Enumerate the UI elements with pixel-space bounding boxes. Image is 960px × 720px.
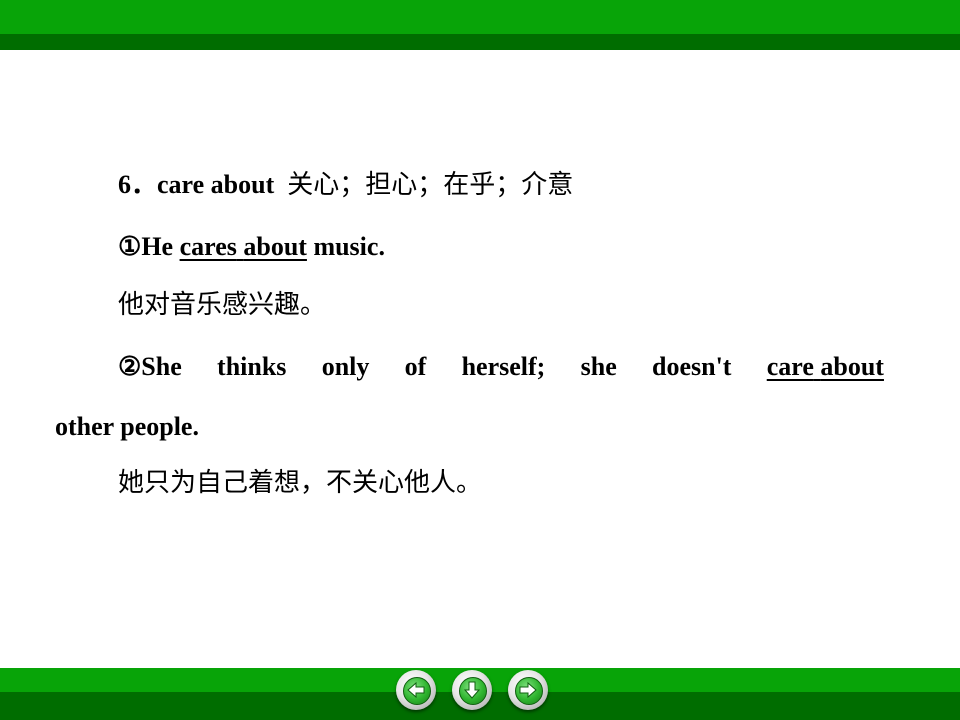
example2-line: ②She thinks only of herself; she doesn't care a… [118,350,884,384]
heading-translation: 关心；担心；在乎；介意 [287,170,574,200]
example2-word: she [580,352,617,381]
heading-line: 6．care about 关心；担心；在乎；介意 [118,168,573,202]
heading-phrase: care about [157,170,275,199]
example2-phrase-part1: care [766,352,814,381]
home-button[interactable] [452,670,492,710]
example2-word: only [321,352,370,381]
example2-continuation: other people. [55,412,199,441]
example1-marker: ① [118,232,142,261]
example2-phrase: care about [767,350,884,384]
arrow-left-icon [407,681,425,699]
example2-word: of [404,352,427,381]
example2-translation: 她只为自己着想，不关心他人。 [118,468,483,498]
example1-prefix: He [141,232,180,261]
example1-line: ①He cares about music. [118,230,385,264]
top-banner-light [0,0,960,34]
top-banner [0,0,960,50]
example1-phrase: cares about [180,232,307,261]
prev-button[interactable] [396,670,436,710]
arrow-right-icon [519,681,537,699]
example2-phrase-part2: about [820,352,884,381]
heading-number: 6． [118,170,158,199]
arrow-down-icon [463,681,481,699]
example2-word: herself; [461,352,546,381]
example1-phrase-part1: cares [179,232,237,261]
example1-phrase-part2: about [243,232,307,261]
example2-word: thinks [217,352,287,381]
top-banner-dark [0,34,960,50]
example1-translation: 他对音乐感兴趣。 [118,290,327,320]
example2-word: ②She [118,352,182,381]
example2-word: doesn't [652,352,732,381]
next-button[interactable] [508,670,548,710]
example1-suffix: music. [306,232,385,261]
